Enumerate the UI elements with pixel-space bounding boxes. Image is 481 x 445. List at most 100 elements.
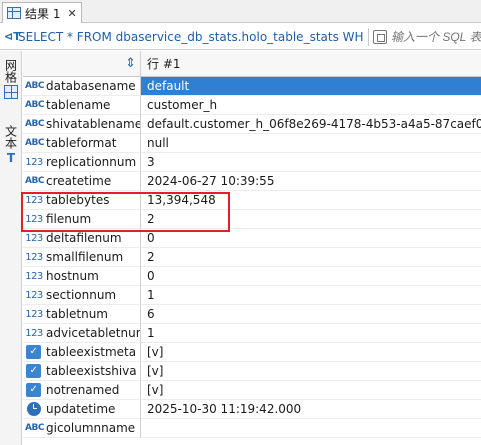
field-name: gicolumnname xyxy=(46,421,136,435)
field-name-cell[interactable]: 123 deltafilenum xyxy=(23,229,141,248)
table-row[interactable]: ABC createtime 2024-06-27 10:39:55 xyxy=(23,172,481,191)
field-name-cell[interactable]: ABC databasename xyxy=(23,77,141,96)
field-name: tablename xyxy=(46,98,111,112)
field-name-cell[interactable]: 123 smallfilenum xyxy=(23,248,141,267)
field-value-cell[interactable]: null xyxy=(141,134,481,153)
field-name-cell[interactable]: ✓ tableexistmeta xyxy=(23,343,141,362)
field-name-cell[interactable]: ABC shivatablename xyxy=(23,115,141,134)
tab-text-view[interactable]: 文本 T xyxy=(0,125,22,165)
table-row[interactable]: updatetime 2025-10-30 11:19:42.000 xyxy=(23,400,481,419)
field-name: shivatablename xyxy=(46,117,141,131)
string-type-icon: ABC xyxy=(25,100,44,110)
field-name: sectionnum xyxy=(46,288,117,302)
tab-grid-view[interactable]: 网格 xyxy=(0,59,22,99)
sort-icon[interactable]: ⇕ xyxy=(23,51,141,76)
column-header-row-1[interactable]: 行 #1 xyxy=(141,51,481,76)
table-row[interactable]: ABC shivatablename default.customer_h_06f8… xyxy=(23,115,481,134)
field-value-cell[interactable]: 6 xyxy=(141,305,481,324)
field-value-cell[interactable]: default.customer_h_06f8e269-4178-4b53-a4… xyxy=(141,115,481,134)
field-name-cell[interactable]: 123 advicetabletnum xyxy=(23,324,141,343)
field-name-cell[interactable]: 123 replicationnum xyxy=(23,153,141,172)
table-row[interactable]: 123 deltafilenum 0 xyxy=(23,229,481,248)
field-value-cell[interactable]: 2025-10-30 11:19:42.000 xyxy=(141,400,481,419)
field-value-cell[interactable]: 2024-06-27 10:39:55 xyxy=(141,172,481,191)
field-value-cell[interactable]: 2 xyxy=(141,248,481,267)
boolean-type-icon: ✓ xyxy=(26,345,41,359)
table-row[interactable]: 123 replicationnum 3 xyxy=(23,153,481,172)
field-value-cell[interactable]: [v] xyxy=(141,362,481,381)
table-row[interactable]: ✓ tableexistshiva [v] xyxy=(23,362,481,381)
field-name-cell[interactable]: 123 filenum xyxy=(23,210,141,229)
field-name-cell[interactable]: updatetime xyxy=(23,400,141,419)
field-name-cell[interactable]: 123 tabletnum xyxy=(23,305,141,324)
table-row[interactable]: 123 sectionnum 1 xyxy=(23,286,481,305)
table-row[interactable]: 123 smallfilenum 2 xyxy=(23,248,481,267)
clock-icon xyxy=(27,402,41,416)
string-type-icon: ABC xyxy=(25,119,44,129)
field-value-cell[interactable]: [v] xyxy=(141,343,481,362)
record-grid: ⇕ 行 #1 ABC databasename default ABC tablenam… xyxy=(23,51,481,438)
number-type-icon: 123 xyxy=(25,270,43,282)
field-name: smallfilenum xyxy=(46,250,124,264)
string-type-icon: ABC xyxy=(25,81,44,91)
close-icon[interactable]: ✕ xyxy=(67,7,76,20)
string-type-icon: ABC xyxy=(25,176,44,186)
divider xyxy=(368,27,370,46)
table-row[interactable]: 123 filenum 2 xyxy=(23,210,481,229)
field-name: notrenamed xyxy=(46,383,120,397)
field-value-cell[interactable]: 0 xyxy=(141,229,481,248)
field-name: tabletnum xyxy=(46,307,108,321)
number-type-icon: 123 xyxy=(25,289,43,301)
field-name: hostnum xyxy=(46,269,99,283)
filter-icon[interactable] xyxy=(373,29,387,44)
string-type-icon: ABC xyxy=(25,423,44,433)
table-row[interactable]: ABC tableformat null xyxy=(23,134,481,153)
sql-icon[interactable]: ⊲T xyxy=(0,30,21,43)
field-name-cell[interactable]: ABC tableformat xyxy=(23,134,141,153)
field-name-cell[interactable]: ✓ tableexistshiva xyxy=(23,362,141,381)
table-row[interactable]: ABC tablename customer_h xyxy=(23,96,481,115)
grid-header: ⇕ 行 #1 xyxy=(23,51,481,77)
table-row[interactable]: 123 hostnum 0 xyxy=(23,267,481,286)
field-name: databasename xyxy=(46,79,136,93)
table-row[interactable]: ✓ tableexistmeta [v] xyxy=(23,343,481,362)
number-type-icon: 123 xyxy=(25,156,43,168)
table-row[interactable]: 123 tabletnum 6 xyxy=(23,305,481,324)
field-value-cell[interactable]: 3 xyxy=(141,153,481,172)
field-name-cell[interactable]: ABC gicolumnname xyxy=(23,419,141,438)
field-name: tableexistmeta xyxy=(46,345,137,359)
number-type-icon: 123 xyxy=(25,213,43,225)
tab-result-1[interactable]: 结果 1 ✕ xyxy=(2,2,82,23)
table-row[interactable]: 123 tablebytes 13,394,548 xyxy=(23,191,481,210)
field-name: advicetabletnum xyxy=(46,326,141,340)
field-name-cell[interactable]: 123 sectionnum xyxy=(23,286,141,305)
field-value-cell[interactable]: 13,394,548 xyxy=(141,191,481,210)
field-value-cell[interactable]: default xyxy=(141,77,481,96)
table-row[interactable]: ✓ notrenamed [v] xyxy=(23,381,481,400)
filter-input[interactable] xyxy=(391,29,481,44)
table-row[interactable]: ABC databasename default xyxy=(23,77,481,96)
field-name-cell[interactable]: 123 tablebytes xyxy=(23,191,141,210)
field-name: deltafilenum xyxy=(46,231,122,245)
boolean-type-icon: ✓ xyxy=(26,364,41,378)
boolean-type-icon: ✓ xyxy=(26,383,41,397)
table-row[interactable]: 123 advicetabletnum 1 xyxy=(23,324,481,343)
number-type-icon: 123 xyxy=(25,308,43,320)
field-name-cell[interactable]: 123 hostnum xyxy=(23,267,141,286)
field-value-cell[interactable]: customer_h xyxy=(141,96,481,115)
number-type-icon: 123 xyxy=(25,251,43,263)
field-value-cell[interactable]: [v] xyxy=(141,381,481,400)
field-value-cell[interactable] xyxy=(141,419,481,438)
number-type-icon: 123 xyxy=(25,327,43,339)
field-value-cell[interactable]: 1 xyxy=(141,324,481,343)
field-name: updatetime xyxy=(46,402,116,416)
field-name: replicationnum xyxy=(46,155,137,169)
field-value-cell[interactable]: 2 xyxy=(141,210,481,229)
result-tabstrip: 结果 1 ✕ xyxy=(0,0,481,23)
field-name-cell[interactable]: ✓ notrenamed xyxy=(23,381,141,400)
field-name-cell[interactable]: ABC tablename xyxy=(23,96,141,115)
field-value-cell[interactable]: 1 xyxy=(141,286,481,305)
field-value-cell[interactable]: 0 xyxy=(141,267,481,286)
field-name-cell[interactable]: ABC createtime xyxy=(23,172,141,191)
table-row[interactable]: ABC gicolumnname xyxy=(23,419,481,438)
